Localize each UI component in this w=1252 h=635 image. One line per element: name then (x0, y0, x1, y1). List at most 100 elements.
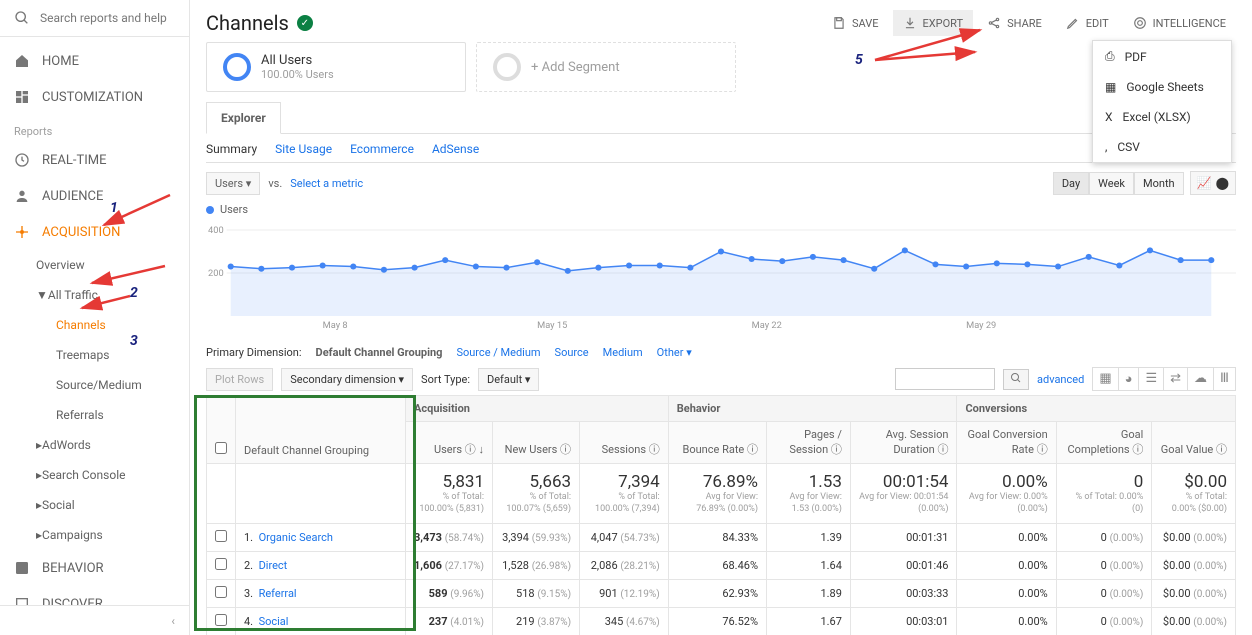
excel-icon: X (1105, 110, 1113, 124)
users-line-chart: 200400May 8May 15May 22May 29 (206, 220, 1236, 330)
table-search-button[interactable] (1003, 369, 1029, 390)
sort-type-select[interactable]: Default ▾ (478, 368, 539, 391)
row-checkbox[interactable] (215, 586, 227, 598)
svg-text:400: 400 (208, 226, 224, 236)
col-bounce[interactable]: Bounce Rate ⓘ (668, 422, 766, 464)
csv-icon: , (1105, 140, 1107, 154)
dim-medium[interactable]: Medium (603, 346, 643, 359)
period-week[interactable]: Week (1089, 172, 1134, 195)
nav-acq-channels[interactable]: Channels (36, 310, 189, 340)
nav-realtime[interactable]: REAL-TIME (0, 142, 189, 178)
search-icon (14, 10, 30, 26)
channel-link[interactable]: Referral (259, 587, 297, 600)
view-pivot-icon[interactable]: Ⅲ (1214, 368, 1235, 390)
subtab-ecommerce[interactable]: Ecommerce (350, 142, 414, 156)
segment-all-users[interactable]: All Users100.00% Users (206, 42, 466, 92)
col-users[interactable]: Users ⓘ ↓ (406, 422, 493, 464)
group-conversions: Conversions (957, 396, 1236, 422)
sidebar: Search reports and help HOME CUSTOMIZATI… (0, 0, 190, 635)
export-csv[interactable]: ,CSV (1093, 132, 1231, 162)
nav-acq-treemaps[interactable]: Treemaps (36, 340, 189, 370)
svg-text:200: 200 (208, 269, 224, 279)
tab-explorer[interactable]: Explorer (206, 102, 281, 134)
nav-acquisition[interactable]: ACQUISITION (0, 214, 189, 250)
nav-acq-adwords[interactable]: ▸AdWords (36, 430, 189, 460)
row-checkbox[interactable] (215, 614, 227, 626)
dim-other[interactable]: Other ▾ (657, 346, 692, 359)
nav-acq-overview[interactable]: Overview (36, 250, 189, 280)
chart-type-motion-icon[interactable]: ⬤ (1216, 176, 1229, 190)
row-checkbox[interactable] (215, 558, 227, 570)
select-metric-link[interactable]: Select a metric (290, 177, 363, 190)
advanced-link[interactable]: advanced (1037, 373, 1084, 386)
metric-selector[interactable]: Users ▾ (206, 172, 260, 195)
person-icon (14, 188, 30, 204)
data-table: Default Channel Grouping Acquisition Beh… (206, 395, 1236, 635)
view-pie-icon[interactable]: ◕ (1119, 368, 1140, 390)
col-channel[interactable]: Default Channel Grouping (236, 396, 406, 464)
primary-dimension-value: Default Channel Grouping (316, 346, 443, 359)
primary-dimension-label: Primary Dimension: (206, 346, 302, 359)
nav-acq-campaigns[interactable]: ▸Campaigns (36, 520, 189, 550)
subtab-adsense[interactable]: AdSense (432, 142, 479, 156)
table-search-input[interactable] (895, 368, 995, 390)
chevron-left-icon: ‹ (171, 614, 175, 628)
view-table-icon[interactable]: ▦ (1093, 368, 1118, 390)
nav-acq-search-console[interactable]: ▸Search Console (36, 460, 189, 490)
nav-acq-all-traffic[interactable]: ▼All Traffic (36, 280, 189, 310)
svg-text:May 22: May 22 (752, 321, 782, 330)
annotation-1: 1 (110, 200, 118, 216)
period-day[interactable]: Day (1053, 172, 1089, 195)
add-segment-button[interactable]: + Add Segment (476, 42, 736, 92)
channel-link[interactable]: Social (259, 615, 289, 628)
dim-source-medium[interactable]: Source / Medium (456, 346, 540, 359)
chart-type-line-icon[interactable]: 📈 (1197, 176, 1212, 190)
nav-discover[interactable]: DISCOVER (0, 586, 189, 605)
nav-acq-referrals[interactable]: Referrals (36, 400, 189, 430)
nav-audience[interactable]: AUDIENCE (0, 178, 189, 214)
donut-empty-icon (493, 53, 521, 81)
col-new-users[interactable]: New Users ⓘ (493, 422, 580, 464)
nav-acq-social[interactable]: ▸Social (36, 490, 189, 520)
col-gv[interactable]: Goal Value ⓘ (1152, 422, 1236, 464)
group-acquisition: Acquisition (406, 396, 669, 422)
channel-link[interactable]: Organic Search (259, 531, 333, 544)
edit-button[interactable]: EDIT (1056, 10, 1119, 36)
export-pdf[interactable]: ⎙PDF (1093, 41, 1231, 72)
col-gc[interactable]: Goal Completions ⓘ (1056, 422, 1152, 464)
intelligence-button[interactable]: INTELLIGENCE (1123, 10, 1236, 36)
nav-customization[interactable]: CUSTOMIZATION (0, 79, 189, 115)
view-compare-icon[interactable]: ⇄ (1164, 368, 1188, 390)
period-month[interactable]: Month (1134, 172, 1184, 195)
col-sessions[interactable]: Sessions ⓘ (580, 422, 669, 464)
export-excel[interactable]: XExcel (XLSX) (1093, 102, 1231, 132)
plot-rows-button[interactable]: Plot Rows (206, 368, 273, 391)
annotation-3: 3 (130, 333, 138, 349)
col-pps[interactable]: Pages / Session ⓘ (767, 422, 851, 464)
svg-text:May 29: May 29 (966, 321, 996, 330)
subtab-summary[interactable]: Summary (206, 142, 257, 156)
export-button[interactable]: EXPORT (893, 10, 974, 36)
select-all-checkbox[interactable] (215, 442, 227, 454)
secondary-dimension-select[interactable]: Secondary dimension ▾ (281, 368, 413, 391)
export-sheets[interactable]: ▦Google Sheets (1093, 72, 1231, 102)
donut-icon (223, 53, 251, 81)
save-icon (832, 16, 846, 30)
nav-acq-source-medium[interactable]: Source/Medium (36, 370, 189, 400)
nav-behavior[interactable]: BEHAVIOR (0, 550, 189, 586)
row-checkbox[interactable] (215, 530, 227, 542)
channel-link[interactable]: Direct (259, 559, 288, 572)
col-asd[interactable]: Avg. Session Duration ⓘ (850, 422, 957, 464)
nav-home[interactable]: HOME (0, 43, 189, 79)
dim-source[interactable]: Source (555, 346, 589, 359)
view-cloud-icon[interactable]: ☁ (1188, 368, 1214, 390)
sidebar-collapse-button[interactable]: ‹ (0, 605, 189, 635)
save-button[interactable]: SAVE (822, 10, 889, 36)
share-button[interactable]: SHARE (977, 10, 1052, 36)
search-input[interactable]: Search reports and help (0, 0, 189, 37)
col-gcr[interactable]: Goal Conversion Rate ⓘ (957, 422, 1056, 464)
pdf-icon: ⎙ (1105, 49, 1115, 64)
view-bar-icon[interactable]: ☰ (1139, 368, 1164, 390)
subtab-site-usage[interactable]: Site Usage (275, 142, 332, 156)
table-row: 1. Organic Search 3,473 (58.74%) 3,394 (… (207, 524, 1236, 552)
